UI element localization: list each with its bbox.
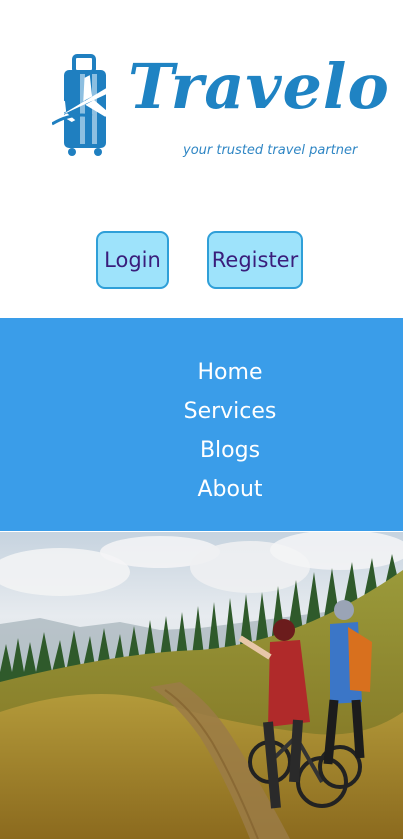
page: Travelo your trusted travel partner Logi…: [0, 0, 403, 839]
nav-item-services: Services: [158, 392, 302, 431]
nav-link-home[interactable]: Home: [198, 360, 263, 385]
register-button[interactable]: Register: [207, 231, 303, 289]
brand-name: Travelo: [128, 50, 390, 123]
login-button[interactable]: Login: [96, 231, 169, 289]
nav-item-about: About: [158, 470, 302, 509]
nav-link-services[interactable]: Services: [184, 399, 277, 424]
hero-illustration: [0, 532, 403, 839]
main-nav: Home Services Blogs About: [0, 318, 403, 531]
brand-logo[interactable]: Travelo your trusted travel partner: [52, 54, 389, 164]
nav-list: Home Services Blogs About: [158, 353, 302, 509]
nav-item-blogs: Blogs: [158, 431, 302, 470]
brand-tagline: your trusted travel partner: [183, 143, 358, 158]
nav-item-home: Home: [158, 353, 302, 392]
hero-cyclists-hillside-photo: [0, 532, 403, 839]
nav-link-blogs[interactable]: Blogs: [200, 438, 260, 463]
nav-link-about[interactable]: About: [197, 477, 262, 502]
luggage-plane-icon: [52, 54, 116, 156]
